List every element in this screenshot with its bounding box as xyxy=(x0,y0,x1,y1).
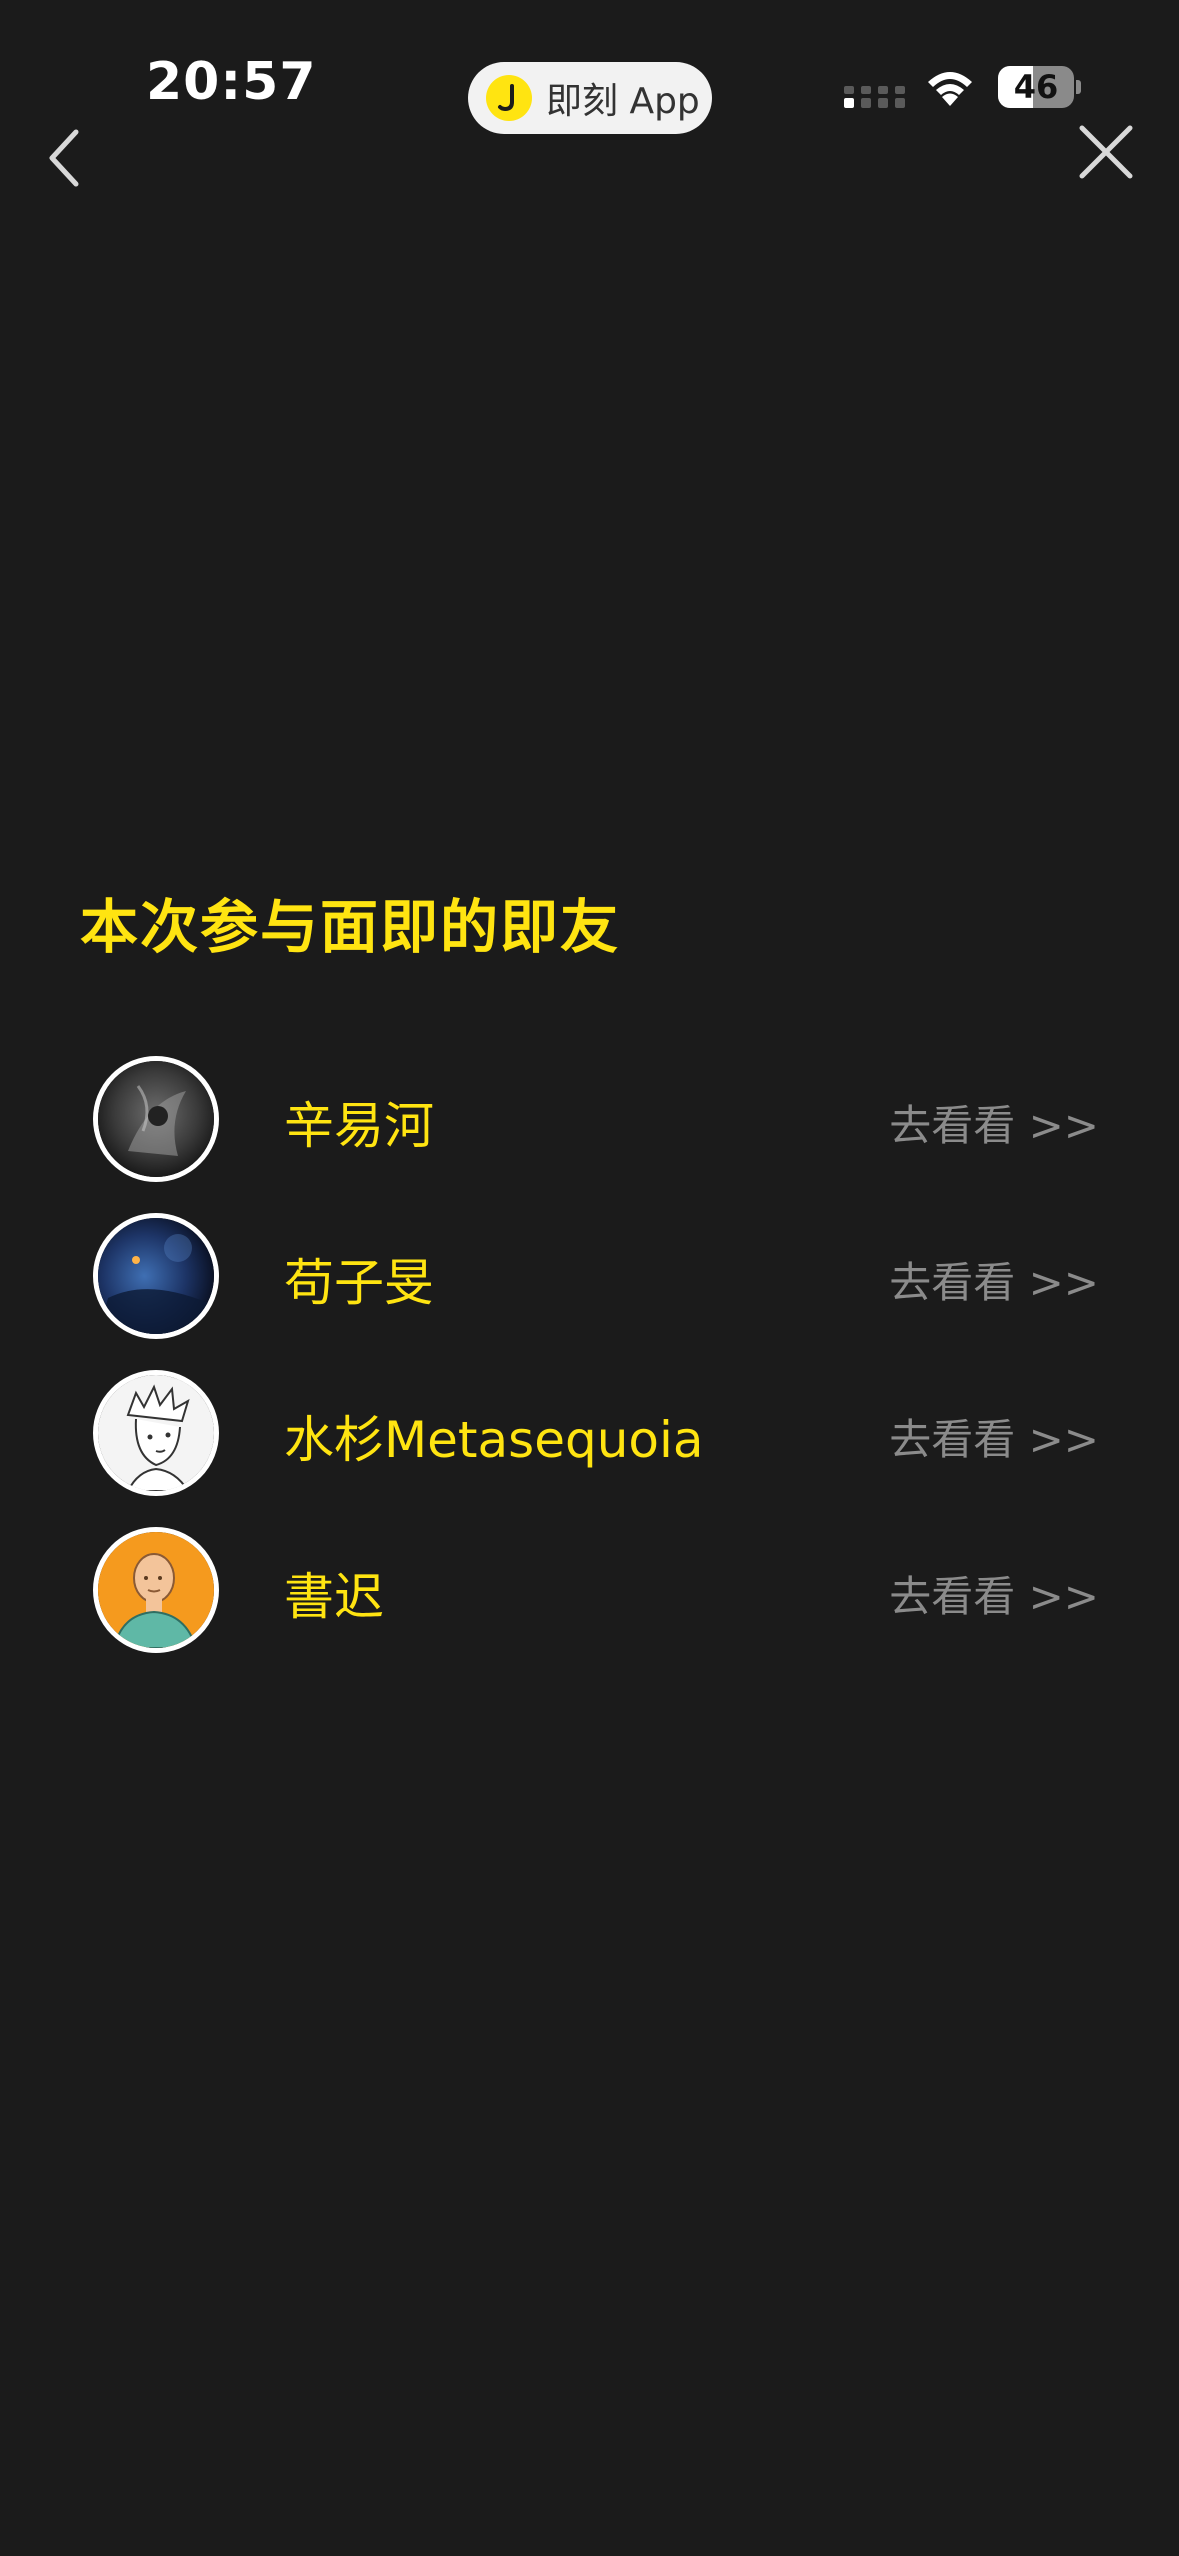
friend-list: 辛易河 去看看 >> 苟子旻 去看看 >> 水杉Metasequoia 去看看 … xyxy=(0,1052,1179,1680)
friend-row[interactable]: 書迟 去看看 >> xyxy=(0,1523,1179,1680)
status-time: 20:57 xyxy=(146,52,317,112)
app-indicator-pill[interactable]: 即刻 App xyxy=(468,62,712,134)
avatar[interactable] xyxy=(93,1056,219,1182)
close-button[interactable] xyxy=(1076,122,1136,182)
friend-name: 書迟 xyxy=(284,1568,384,1626)
view-profile-link[interactable]: 去看看 >> xyxy=(889,1249,1099,1310)
friend-name: 辛易河 xyxy=(284,1097,434,1155)
back-button[interactable] xyxy=(38,124,94,192)
avatar[interactable] xyxy=(93,1213,219,1339)
app-name: 即刻 App xyxy=(546,81,700,122)
friend-row[interactable]: 水杉Metasequoia 去看看 >> xyxy=(0,1366,1179,1523)
view-profile-link[interactable]: 去看看 >> xyxy=(889,1563,1099,1624)
avatar[interactable] xyxy=(93,1370,219,1496)
view-profile-link[interactable]: 去看看 >> xyxy=(889,1406,1099,1467)
view-profile-link[interactable]: 去看看 >> xyxy=(889,1092,1099,1153)
battery-indicator: 46 xyxy=(998,66,1081,108)
jike-logo-icon xyxy=(486,75,532,121)
screen: 20:57 即刻 App 46 本次参与面即的即友 辛易河 去看看 >> 苟子旻… xyxy=(0,0,1179,2556)
friend-row[interactable]: 辛易河 去看看 >> xyxy=(0,1052,1179,1209)
close-icon xyxy=(1079,125,1133,179)
battery-percent: 46 xyxy=(1013,68,1059,106)
chevron-left-icon xyxy=(49,129,79,187)
friend-name: 苟子旻 xyxy=(284,1254,434,1312)
signal-icon xyxy=(844,86,905,108)
section-title: 本次参与面即的即友 xyxy=(80,893,621,961)
avatar[interactable] xyxy=(93,1527,219,1653)
wifi-icon xyxy=(928,72,972,106)
friend-row[interactable]: 苟子旻 去看看 >> xyxy=(0,1209,1179,1366)
friend-name: 水杉Metasequoia xyxy=(284,1411,704,1469)
